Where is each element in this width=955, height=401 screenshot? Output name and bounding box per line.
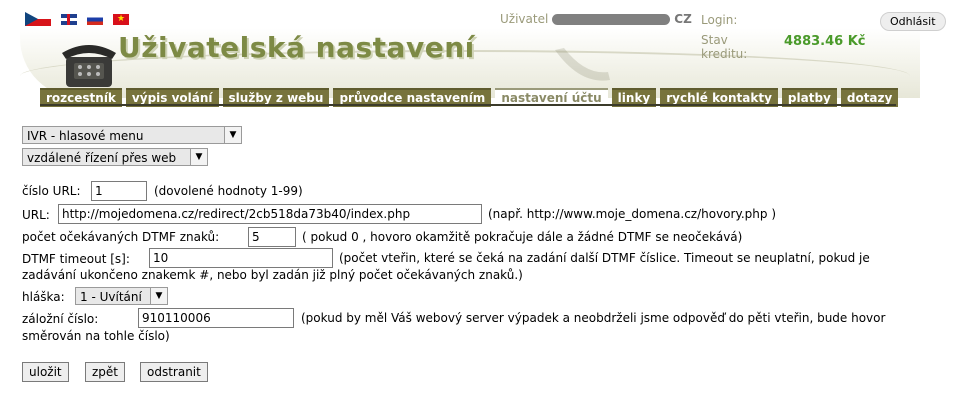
back-button[interactable]: zpět	[85, 362, 126, 382]
ivr-type-value: IVR - hlasové menu	[27, 129, 144, 143]
backup-number-label: záložní číslo:	[22, 312, 99, 326]
message-select[interactable]: 1 - Uvítání ▼	[75, 287, 168, 305]
url-input[interactable]: http://mojedomena.cz/redirect/2cb518da73…	[58, 204, 482, 224]
remove-button[interactable]: odstranit	[140, 362, 208, 382]
url-note: (např. http://www.moje_domena.cz/hovory.…	[488, 207, 776, 221]
dtmf-count-note: ( pokud 0 , hovoro okamžitě pokračuje dá…	[302, 230, 743, 244]
save-button[interactable]: uložit	[22, 362, 69, 382]
url-number-input[interactable]: 1	[91, 181, 147, 201]
url-label: URL:	[22, 208, 50, 222]
login-label: Login:	[701, 13, 738, 27]
chevron-down-icon: ▼	[224, 127, 241, 143]
message-label: hláška:	[22, 290, 65, 304]
message-value: 1 - Uvítání	[80, 290, 142, 304]
handset-watermark-icon	[555, 48, 610, 81]
country-code: CZ	[674, 12, 692, 26]
nav-underline	[40, 104, 896, 106]
chevron-down-icon: ▼	[150, 288, 167, 304]
remote-mode-value: vzdálené řízení přes web	[27, 151, 177, 165]
ivr-type-select[interactable]: IVR - hlasové menu ▼	[22, 126, 242, 144]
dtmf-timeout-note-1: (počet vteřin, které se čeká na zadání d…	[339, 251, 870, 265]
dtmf-timeout-label: DTMF timeout [s]:	[22, 252, 130, 266]
dtmf-timeout-note-2: zadávání ukončeno znakemk #, nebo byl za…	[22, 268, 523, 282]
credit-value: 4883.46 Kč	[784, 34, 866, 49]
user-info: Uživatel CZ	[500, 12, 692, 26]
backup-note-2: směrován na tohle číslo)	[22, 329, 170, 343]
masked-username	[552, 14, 671, 25]
header: ★ Uživatelská nastavení Uživatel CZ Login…	[0, 0, 955, 107]
backup-number-input[interactable]: 910110006	[138, 308, 294, 328]
page-title: Uživatelská nastavení	[118, 31, 475, 64]
dtmf-count-input[interactable]: 5	[248, 227, 296, 247]
language-flags: ★	[25, 12, 129, 26]
telephone-icon	[62, 45, 116, 87]
url-number-note: (dovolené hodnoty 1-99)	[154, 184, 303, 198]
dtmf-timeout-input[interactable]: 10	[149, 248, 333, 268]
cz-flag-icon[interactable]	[25, 12, 51, 26]
ru-flag-icon[interactable]	[87, 13, 103, 25]
backup-note-1: (pokud by měl Váš webový server výpadek …	[301, 311, 886, 325]
remote-mode-select[interactable]: vzdálené řízení přes web ▼	[22, 148, 208, 166]
chevron-down-icon: ▼	[190, 149, 207, 165]
url-number-label: číslo URL:	[22, 184, 81, 198]
vn-flag-icon[interactable]: ★	[113, 13, 129, 25]
credit-label: Stav kreditu:	[701, 33, 748, 61]
uk-flag-icon[interactable]	[61, 13, 77, 25]
dtmf-count-label: počet očekávaných DTMF znaků:	[22, 230, 220, 244]
logout-button[interactable]: Odhlásit	[880, 12, 946, 31]
user-label: Uživatel	[500, 12, 549, 26]
